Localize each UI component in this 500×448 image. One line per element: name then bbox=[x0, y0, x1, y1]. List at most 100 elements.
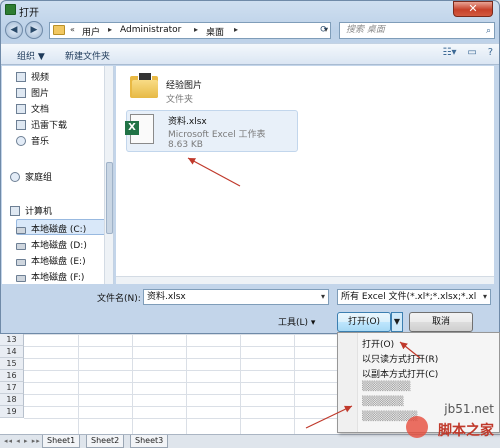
file-size: 8.63 KB bbox=[168, 140, 203, 150]
filetype-select[interactable]: 所有 Excel 文件(*.xl*;*.xlsx;*.xl ▾ bbox=[337, 289, 491, 305]
scrollbar-thumb[interactable] bbox=[106, 162, 113, 234]
nav-label: 本地磁盘 (C:) bbox=[31, 225, 87, 235]
nav-item-documents[interactable]: 文档 bbox=[16, 102, 49, 115]
nav-item-videos[interactable]: 视频 bbox=[16, 70, 49, 83]
chevron-right-icon[interactable]: ▸ bbox=[194, 25, 198, 34]
help-icon[interactable]: ? bbox=[488, 47, 493, 58]
title-bar: 打开 ✕ bbox=[1, 1, 499, 19]
nav-item-music[interactable]: 音乐 bbox=[16, 134, 49, 147]
nav-item-drive-f[interactable]: 本地磁盘 (F:) bbox=[16, 270, 84, 283]
navigation-pane: 视频 图片 文档 迅雷下载 音乐 家庭组 计算机 本地磁盘 (C:) 本地磁盘 … bbox=[2, 66, 114, 284]
drive-icon bbox=[16, 227, 26, 234]
sheet-tab[interactable]: Sheet1 bbox=[42, 435, 81, 448]
nav-item-computer[interactable]: 计算机 bbox=[10, 204, 52, 217]
view-options-icon[interactable]: ☷▾ bbox=[443, 47, 457, 58]
close-button[interactable]: ✕ bbox=[453, 1, 493, 17]
file-name: 资料.xlsx bbox=[168, 117, 207, 127]
chevron-right-icon[interactable]: ▸ bbox=[108, 25, 112, 34]
organize-button[interactable]: 组织 ▼ bbox=[17, 49, 45, 62]
video-icon bbox=[16, 72, 26, 82]
picture-icon bbox=[16, 88, 26, 98]
refresh-icon[interactable]: ⟳ bbox=[317, 22, 331, 39]
tools-label: 工具(L) bbox=[278, 318, 309, 328]
menu-item-open-readonly[interactable]: 以只读方式打开(R) bbox=[362, 352, 438, 365]
grid-line bbox=[186, 322, 187, 434]
window-title: 打开 bbox=[19, 8, 39, 19]
file-type: 文件夹 bbox=[166, 95, 194, 105]
site-watermark: jb51.net 脚本之家 bbox=[398, 402, 494, 444]
breadcrumb-item[interactable]: 用户 bbox=[82, 25, 100, 38]
chevron-right-icon: « bbox=[70, 25, 75, 34]
row-header[interactable]: 15 bbox=[0, 358, 24, 370]
nav-label: 迅雷下载 bbox=[31, 121, 68, 131]
excel-file-icon: X bbox=[125, 114, 154, 144]
grid-line bbox=[132, 322, 133, 434]
back-button[interactable]: ◀ bbox=[5, 21, 23, 39]
drive-icon bbox=[16, 243, 26, 250]
file-list: 经验图片 文件夹 X 资料.xlsx Microsoft Excel 工作表 8… bbox=[116, 66, 494, 284]
nav-item-drive-c[interactable]: 本地磁盘 (C:) bbox=[16, 222, 86, 235]
cancel-button[interactable]: 取消 bbox=[409, 312, 473, 332]
breadcrumb-item[interactable]: Administrator bbox=[120, 25, 181, 35]
menu-icon-stripe bbox=[338, 333, 358, 432]
music-icon bbox=[16, 136, 26, 146]
search-icon: ⌕ bbox=[485, 26, 491, 36]
drive-icon bbox=[16, 275, 26, 282]
row-header[interactable]: 14 bbox=[0, 346, 24, 358]
row-header[interactable]: 17 bbox=[0, 382, 24, 394]
menu-item-open-copy[interactable]: 以副本方式打开(C) bbox=[362, 367, 438, 380]
breadcrumb-item[interactable]: 桌面 bbox=[206, 25, 224, 38]
menu-item-open[interactable]: 打开(O) bbox=[362, 337, 394, 350]
dialog-bottom: 文件名(N): 资料.xlsx ▾ 所有 Excel 文件(*.xl*;*.xl… bbox=[1, 285, 499, 335]
nav-scrollbar[interactable] bbox=[104, 66, 113, 284]
nav-item-drive-e[interactable]: 本地磁盘 (E:) bbox=[16, 254, 86, 267]
nav-item-xunlei-downloads[interactable]: 迅雷下载 bbox=[16, 118, 67, 131]
menu-item-obscured[interactable]: ▒▒▒▒▒▒▒ bbox=[362, 382, 410, 392]
excel-app-icon bbox=[5, 4, 16, 15]
nav-label: 计算机 bbox=[25, 207, 53, 217]
file-name: 经验图片 bbox=[166, 81, 203, 91]
search-input[interactable]: 搜索 桌面 ⌕ bbox=[339, 22, 495, 39]
sheet-tab[interactable]: Sheet3 bbox=[130, 435, 169, 448]
nav-label: 音乐 bbox=[31, 137, 50, 147]
folder-icon bbox=[53, 25, 65, 35]
nav-label: 文档 bbox=[31, 105, 50, 115]
homegroup-icon bbox=[10, 172, 20, 182]
filename-input[interactable]: 资料.xlsx ▾ bbox=[143, 289, 329, 305]
nav-label: 图片 bbox=[31, 89, 50, 99]
document-icon bbox=[16, 104, 26, 114]
nav-item-homegroup[interactable]: 家庭组 bbox=[10, 170, 52, 183]
row-header[interactable]: 16 bbox=[0, 370, 24, 382]
chevron-right-icon[interactable]: ▸ bbox=[234, 25, 238, 34]
new-folder-button[interactable]: 新建文件夹 bbox=[65, 49, 110, 62]
computer-icon bbox=[10, 206, 20, 216]
sheet-nav-arrows[interactable]: ◂◂ ◂ ▸ ▸▸ bbox=[4, 437, 41, 445]
nav-arrows: ◀ ▶ bbox=[5, 21, 45, 39]
row-header[interactable]: 19 bbox=[0, 406, 24, 418]
file-item-folder[interactable]: 经验图片 文件夹 bbox=[116, 66, 316, 106]
file-type: Microsoft Excel 工作表 bbox=[168, 130, 266, 140]
grid-line bbox=[240, 322, 241, 434]
tools-button[interactable]: 工具(L) ▾ bbox=[278, 315, 315, 328]
nav-item-drive-d[interactable]: 本地磁盘 (D:) bbox=[16, 238, 87, 251]
row-header[interactable]: 13 bbox=[0, 334, 24, 346]
watermark-logo bbox=[406, 416, 428, 438]
row-header[interactable]: 18 bbox=[0, 394, 24, 406]
horizontal-scrollbar[interactable] bbox=[116, 276, 494, 284]
grid-line bbox=[294, 322, 295, 434]
open-button[interactable]: 打开(O) bbox=[337, 312, 391, 332]
nav-label: 家庭组 bbox=[25, 173, 53, 183]
nav-item-pictures[interactable]: 图片 bbox=[16, 86, 49, 99]
filename-value: 资料.xlsx bbox=[147, 292, 186, 302]
filename-label: 文件名(N): bbox=[97, 294, 141, 304]
chevron-down-icon[interactable]: ▾ bbox=[483, 290, 487, 304]
address-bar[interactable]: « 用户 ▸ Administrator ▸ 桌面 ▸ ▾ bbox=[49, 22, 331, 39]
preview-pane-icon[interactable]: ▭ bbox=[467, 47, 476, 58]
address-row: ◀ ▶ « 用户 ▸ Administrator ▸ 桌面 ▸ ▾ ⟳ 搜索 桌… bbox=[1, 19, 499, 41]
forward-button[interactable]: ▶ bbox=[25, 21, 43, 39]
open-dropdown-button[interactable]: ▼ bbox=[391, 312, 403, 332]
folder-icon bbox=[130, 72, 158, 98]
chevron-down-icon[interactable]: ▾ bbox=[321, 290, 325, 304]
nav-label: 本地磁盘 (F:) bbox=[31, 273, 85, 283]
sheet-tab[interactable]: Sheet2 bbox=[86, 435, 125, 448]
